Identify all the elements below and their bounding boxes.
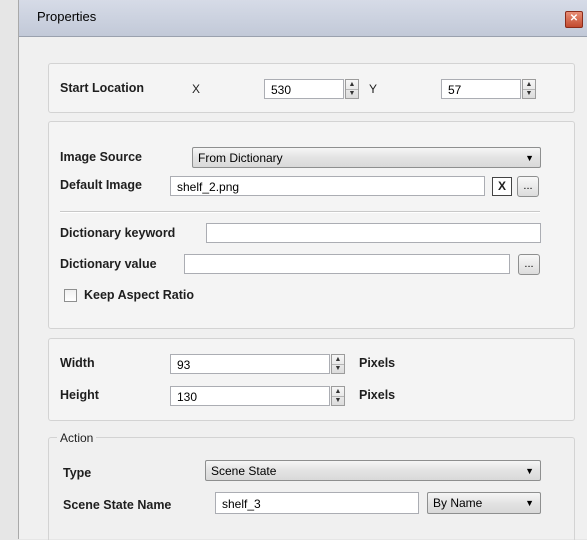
x-label: X <box>192 82 201 96</box>
dictionary-keyword-label: Dictionary keyword <box>60 226 176 240</box>
y-input[interactable]: 57 <box>441 79 521 99</box>
spin-down-icon[interactable]: ▼ <box>332 396 344 405</box>
by-name-value: By Name <box>433 496 483 510</box>
action-type-dropdown[interactable]: Scene State ▼ <box>205 460 541 481</box>
browse-dictionary-value-button[interactable]: ... <box>518 254 540 275</box>
start-location-label: Start Location <box>60 81 145 95</box>
window-title: Properties <box>37 9 97 24</box>
image-source-panel: Image Source From Dictionary ▼ Default I… <box>48 121 575 329</box>
image-source-dropdown[interactable]: From Dictionary ▼ <box>192 147 541 168</box>
spin-down-icon[interactable]: ▼ <box>346 89 358 98</box>
size-panel: Width 93 ▲ ▼ Pixels Height 130 ▲ ▼ Pixel… <box>48 338 575 421</box>
dictionary-keyword-input[interactable] <box>206 223 541 243</box>
image-source-label: Image Source <box>60 150 142 164</box>
height-input[interactable]: 130 <box>170 386 330 406</box>
spin-down-icon[interactable]: ▼ <box>332 364 344 373</box>
keep-aspect-ratio-checkbox[interactable] <box>64 289 77 302</box>
dictionary-value-label: Dictionary value <box>60 257 157 271</box>
scene-state-name-label: Scene State Name <box>63 498 172 512</box>
default-image-field[interactable]: shelf_2.png <box>170 176 485 196</box>
y-label: Y <box>369 82 378 96</box>
clear-image-button[interactable]: X <box>492 177 512 196</box>
height-unit: Pixels <box>359 388 396 402</box>
keep-aspect-ratio-label: Keep Aspect Ratio <box>84 288 194 302</box>
start-location-panel: Start Location X 530 ▲ ▼ Y 57 ▲ ▼ <box>48 63 575 113</box>
chevron-down-icon: ▼ <box>525 466 534 476</box>
action-group-label: Action <box>57 431 97 445</box>
spin-down-icon[interactable]: ▼ <box>523 89 535 98</box>
width-unit: Pixels <box>359 356 396 370</box>
height-label: Height <box>60 388 99 402</box>
scene-state-name-input[interactable]: shelf_3 <box>215 492 419 514</box>
divider <box>60 211 540 213</box>
chevron-down-icon: ▼ <box>525 498 534 508</box>
title-bar[interactable]: Properties ✕ <box>19 0 587 37</box>
close-button[interactable]: ✕ <box>565 11 583 28</box>
width-label: Width <box>60 356 95 370</box>
type-label: Type <box>63 466 92 480</box>
action-type-value: Scene State <box>211 464 277 478</box>
properties-window: Properties ✕ Start Location X 530 ▲ ▼ Y … <box>18 0 587 540</box>
width-spinner[interactable]: ▲ ▼ <box>331 354 345 374</box>
x-spinner[interactable]: ▲ ▼ <box>345 79 359 99</box>
chevron-down-icon: ▼ <box>525 153 534 163</box>
y-spinner[interactable]: ▲ ▼ <box>522 79 536 99</box>
default-image-label: Default Image <box>60 178 142 192</box>
by-name-dropdown[interactable]: By Name ▼ <box>427 492 541 514</box>
image-source-value: From Dictionary <box>198 151 283 165</box>
browse-image-button[interactable]: ... <box>517 176 539 197</box>
close-icon: ✕ <box>569 13 579 24</box>
x-input[interactable]: 530 <box>264 79 344 99</box>
width-input[interactable]: 93 <box>170 354 330 374</box>
action-group <box>48 437 575 540</box>
dictionary-value-input[interactable] <box>184 254 510 274</box>
height-spinner[interactable]: ▲ ▼ <box>331 386 345 406</box>
